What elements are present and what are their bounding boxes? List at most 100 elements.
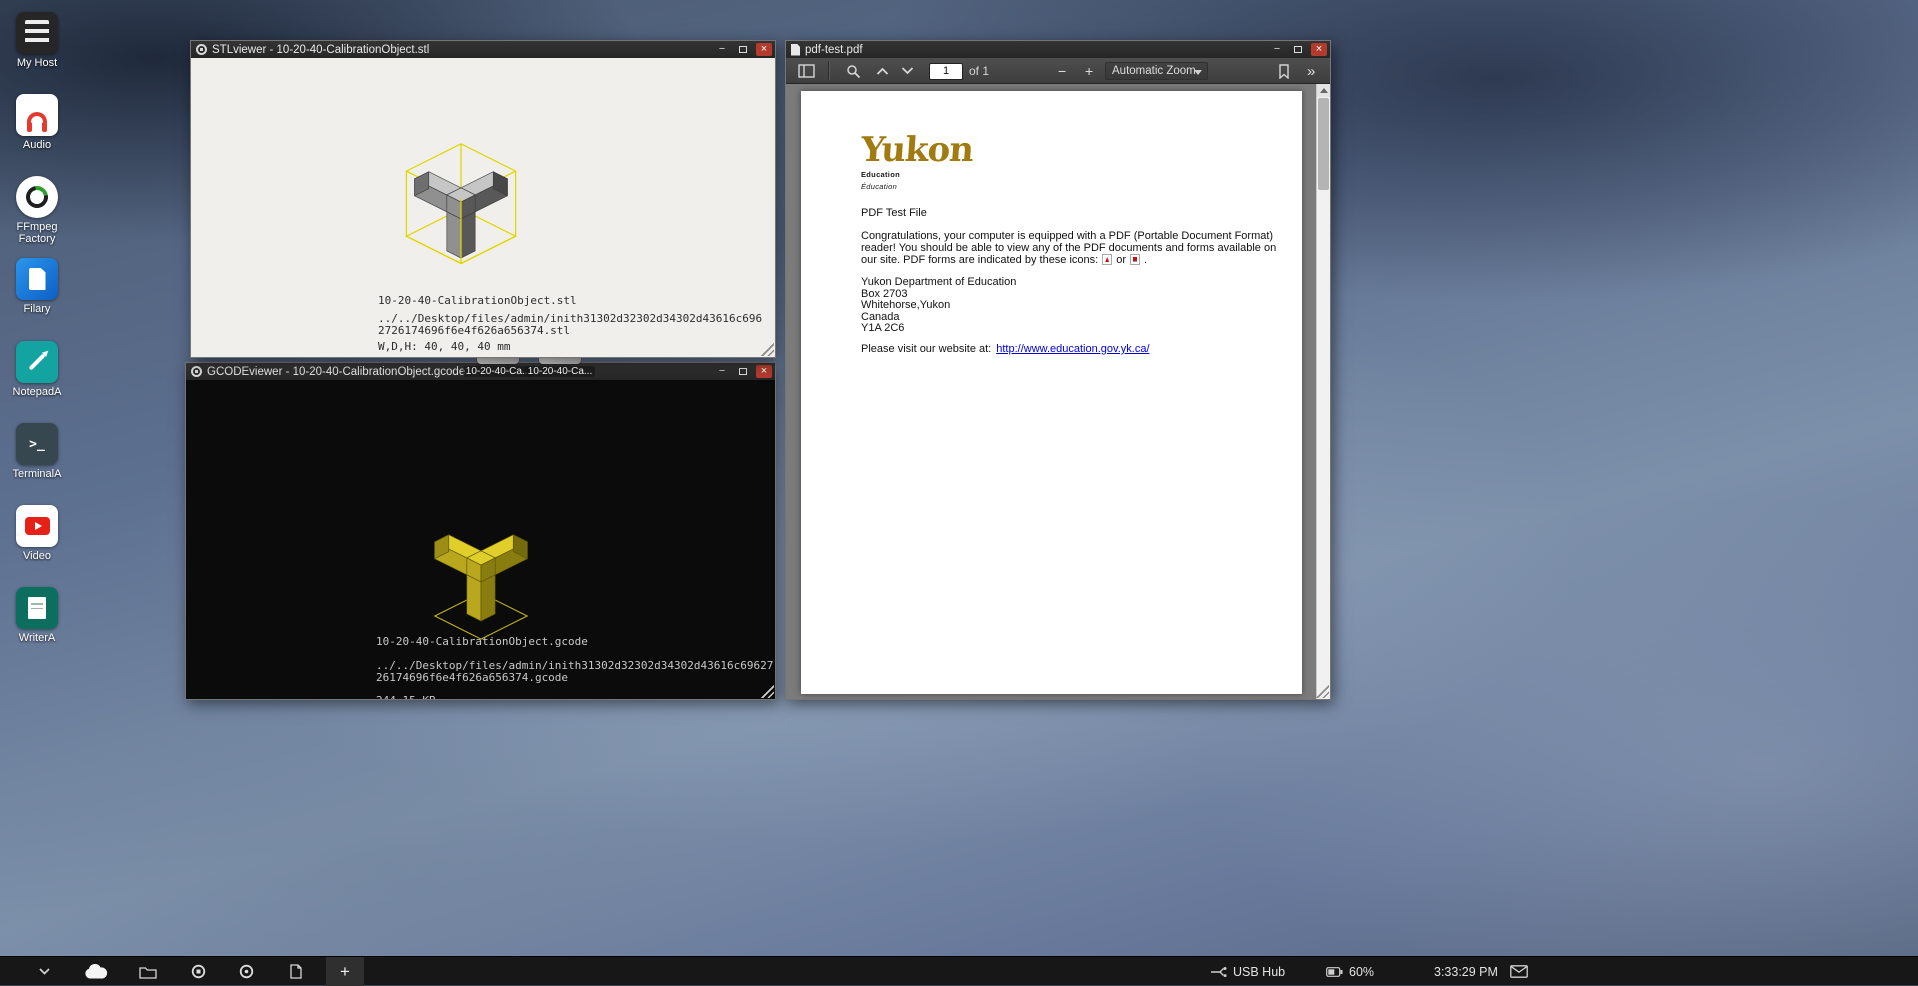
maximize-button[interactable] <box>735 365 751 378</box>
desktop-icon-ffmpeg[interactable]: FFmpeg Factory <box>6 176 68 245</box>
desktop-icon-filary[interactable]: Filary <box>6 258 68 315</box>
taskbar-stlviewer-button[interactable] <box>184 957 212 986</box>
pdf-content-area[interactable]: Yukon Education Éducation PDF Test File … <box>786 84 1330 699</box>
battery-icon <box>1326 967 1343 977</box>
scrollbar-thumb[interactable] <box>1318 98 1329 190</box>
window-title: pdf-test.pdf <box>805 44 863 56</box>
pdf-titlebar[interactable]: pdf-test.pdf − × <box>786 41 1330 58</box>
next-page-button[interactable] <box>901 58 914 84</box>
terminal-prompt-icon: >_ <box>16 423 58 465</box>
close-button[interactable]: × <box>1311 43 1327 56</box>
taskbar: + USB Hub 60% 3:33:29 PM <box>0 956 1918 985</box>
taskbar-files-button[interactable] <box>134 957 162 986</box>
desktop-icon-terminal[interactable]: >_ TerminalA <box>6 423 68 480</box>
page-number-input[interactable] <box>929 63 963 80</box>
gcodeviewer-app-icon <box>239 964 254 979</box>
maximize-button[interactable] <box>1290 43 1306 56</box>
document-icon <box>16 587 58 629</box>
desktop-icon-writer[interactable]: WriterA <box>6 587 68 644</box>
stlviewer-app-icon <box>191 964 206 979</box>
desktop-icon-label: TerminalA <box>13 468 62 480</box>
usb-hub-status[interactable]: USB Hub <box>1210 957 1285 986</box>
close-button[interactable]: × <box>756 43 772 56</box>
cloud-icon <box>83 963 109 980</box>
zoom-out-button[interactable]: − <box>1058 58 1066 84</box>
battery-percent: 60% <box>1349 965 1374 979</box>
scroll-up-arrow[interactable] <box>1317 84 1330 97</box>
gcodeviewer-window: GCODEviewer - 10-20-40-CalibrationObject… <box>185 362 776 700</box>
stl-filename: 10-20-40-CalibrationObject.stl <box>378 295 762 307</box>
pdf-paragraph: Congratulations, your computer is equipp… <box>861 231 1281 267</box>
desktop-icon-label: WriterA <box>19 632 55 644</box>
gcode-filesize: 244.15 KB <box>376 695 773 699</box>
minimize-button[interactable]: − <box>714 43 730 56</box>
folder-icon <box>139 965 157 979</box>
taskbar-pdf-button[interactable] <box>282 957 310 986</box>
sidebar-toggle-button[interactable] <box>798 58 815 84</box>
battery-status[interactable]: 60% <box>1326 957 1374 986</box>
stlviewer-titlebar[interactable]: STLviewer - 10-20-40-CalibrationObject.s… <box>191 41 775 58</box>
pencil-icon <box>16 341 58 383</box>
envelope-icon <box>1510 965 1528 978</box>
desktop-icon-video[interactable]: Video <box>6 505 68 562</box>
stl-file-info: 10-20-40-CalibrationObject.stl ../../Des… <box>378 295 762 357</box>
bookmark-button[interactable] <box>1278 58 1290 84</box>
clock[interactable]: 3:33:29 PM <box>1434 957 1498 986</box>
zoom-select-value: Automatic Zoom <box>1112 65 1196 77</box>
stlviewer-app-icon <box>196 44 207 55</box>
stlviewer-window: STLviewer - 10-20-40-CalibrationObject.s… <box>190 40 776 358</box>
pdf-app-icon <box>791 44 800 56</box>
website-link[interactable]: http://www.education.gov.yk.ca/ <box>996 343 1149 355</box>
stl-dimensions: W,D,H: 40, 40, 40 mm <box>378 341 762 353</box>
play-button-icon <box>16 505 58 547</box>
taskbar-collapse-button[interactable] <box>30 957 58 986</box>
gcode-filename: 10-20-40-CalibrationObject.gcode <box>376 636 773 648</box>
search-icon <box>846 64 861 79</box>
pdf-document-icon <box>290 964 302 979</box>
gcodeviewer-app-icon <box>191 366 202 377</box>
taskbar-launcher-button[interactable] <box>82 957 110 986</box>
minimize-button[interactable]: − <box>1269 43 1285 56</box>
zoom-select[interactable]: Automatic Zoom <box>1105 58 1208 84</box>
desktop-icon-audio[interactable]: Audio <box>6 94 68 151</box>
stl-viewport[interactable]: 10-20-40-CalibrationObject.stl ../../Des… <box>191 58 775 357</box>
search-button[interactable] <box>846 58 861 84</box>
bookmark-icon <box>1278 64 1290 79</box>
website-line: Please visit our website at:http://www.e… <box>861 344 1150 356</box>
desktop-icon-label: My Host <box>17 57 57 69</box>
window-title: STLviewer - 10-20-40-CalibrationObject.s… <box>212 44 429 56</box>
stl-path-line2: 2726174696f6e4f626a656374.stl <box>378 325 762 337</box>
pdf-toolbar: of 1 − + Automatic Zoom » <box>786 58 1330 84</box>
messages-button[interactable] <box>1510 957 1528 986</box>
desktop-icon-label: FFmpeg Factory <box>6 221 68 245</box>
pdf-form-icon <box>1130 254 1140 265</box>
desktop-icon-label: Video <box>23 550 51 562</box>
more-tools-button[interactable]: » <box>1307 58 1315 84</box>
desktop-icon-label: Filary <box>24 303 51 315</box>
gcode-path-line2: 26174696f6e4f626a656374.gcode <box>376 672 773 684</box>
zoom-in-button[interactable]: + <box>1085 58 1093 84</box>
close-button[interactable]: × <box>756 365 772 378</box>
desktop-icon-my-host[interactable]: My Host <box>6 12 68 69</box>
desktop-background: My Host Audio FFmpeg Factory Filary Note… <box>0 0 1918 985</box>
chevron-up-icon <box>876 67 889 75</box>
pdf-page: Yukon Education Éducation PDF Test File … <box>801 91 1302 694</box>
desktop-file-label: 10-20-40-Ca... <box>463 366 533 377</box>
vertical-scrollbar[interactable] <box>1316 84 1330 699</box>
yukon-logo: Yukon Education Éducation <box>861 133 973 192</box>
host-icon <box>16 12 58 54</box>
stl-3d-render <box>356 85 566 295</box>
desktop-icon-notepad[interactable]: NotepadA <box>6 341 68 398</box>
page-number-group: of 1 <box>929 58 989 84</box>
address-block: Yukon Department of Education Box 2703 W… <box>861 277 1016 335</box>
file-manager-icon <box>16 258 58 300</box>
pdf-viewer-window: pdf-test.pdf − × of 1 <box>785 40 1331 700</box>
usb-icon <box>1210 965 1227 979</box>
taskbar-gcodeviewer-button[interactable] <box>232 957 260 986</box>
maximize-button[interactable] <box>735 43 751 56</box>
gcode-viewport[interactable]: 10-20-40-CalibrationObject.gcode ../../D… <box>186 380 775 699</box>
taskbar-add-button[interactable]: + <box>326 957 364 986</box>
page-count-label: of 1 <box>969 64 989 78</box>
minimize-button[interactable]: − <box>714 365 730 378</box>
previous-page-button[interactable] <box>876 58 889 84</box>
